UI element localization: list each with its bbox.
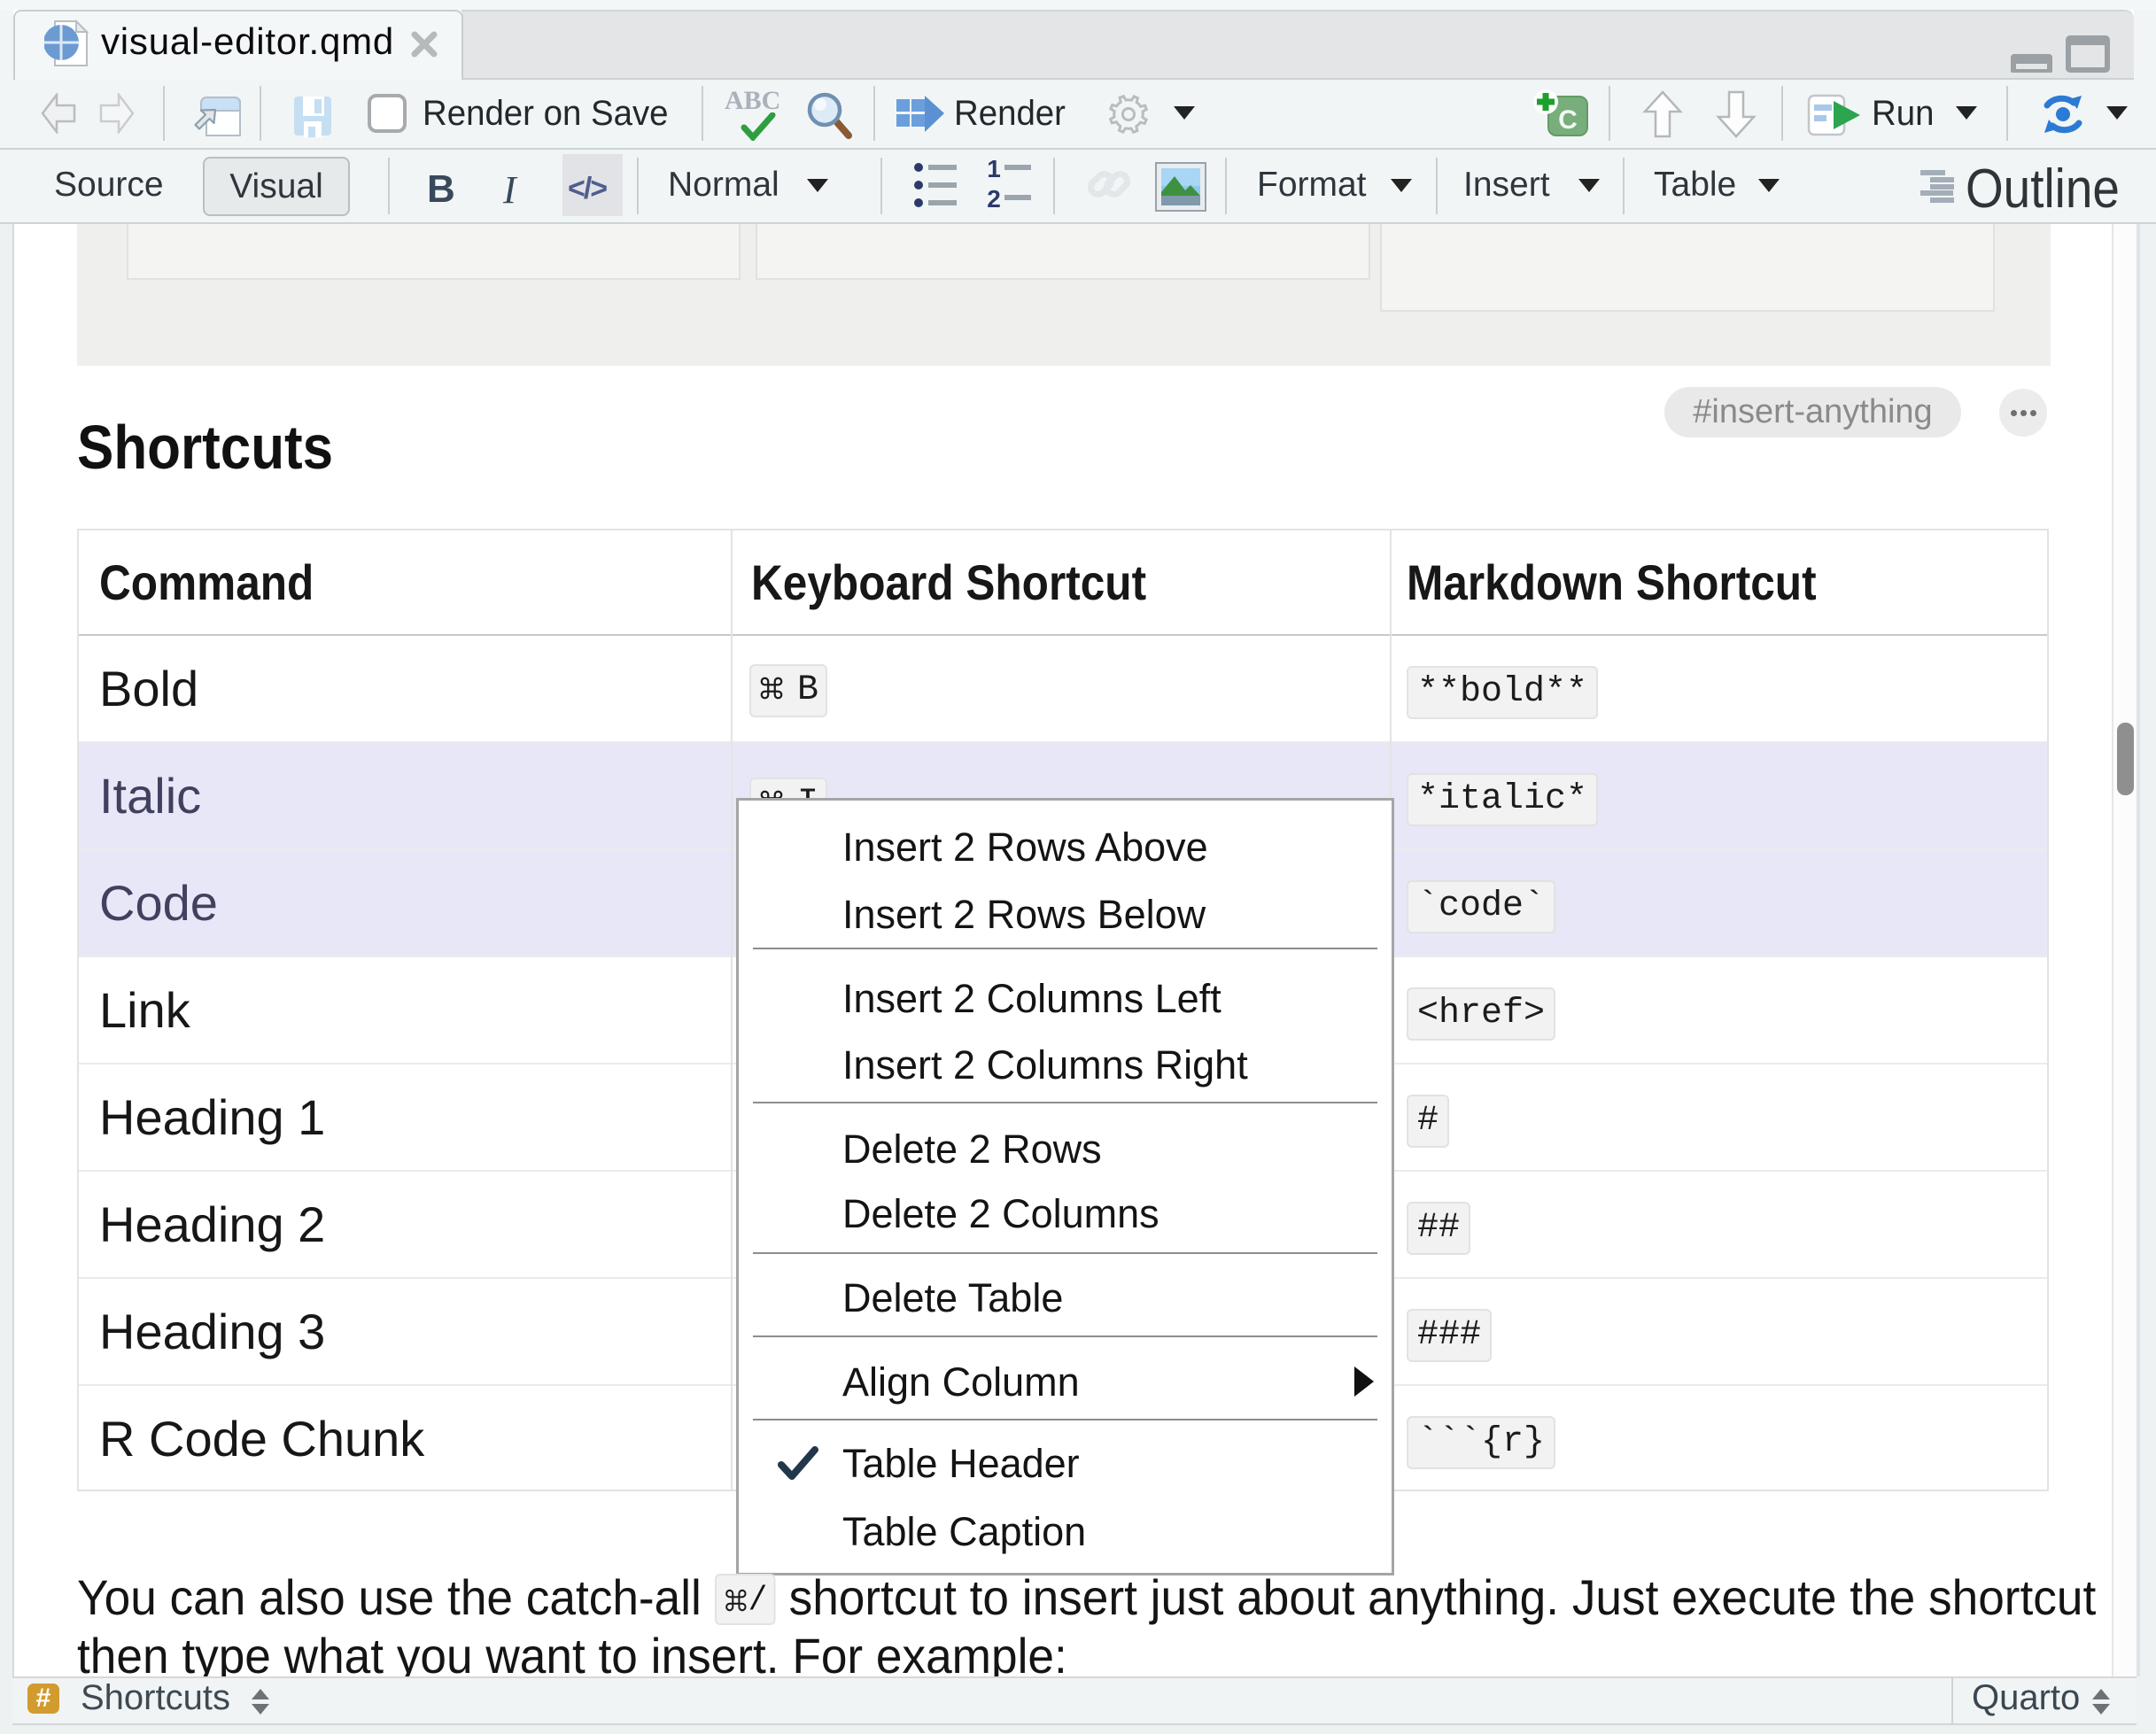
svg-text:C: C [1558, 105, 1578, 135]
svg-text:2: 2 [987, 185, 1001, 213]
svg-text:1: 1 [987, 158, 1001, 182]
